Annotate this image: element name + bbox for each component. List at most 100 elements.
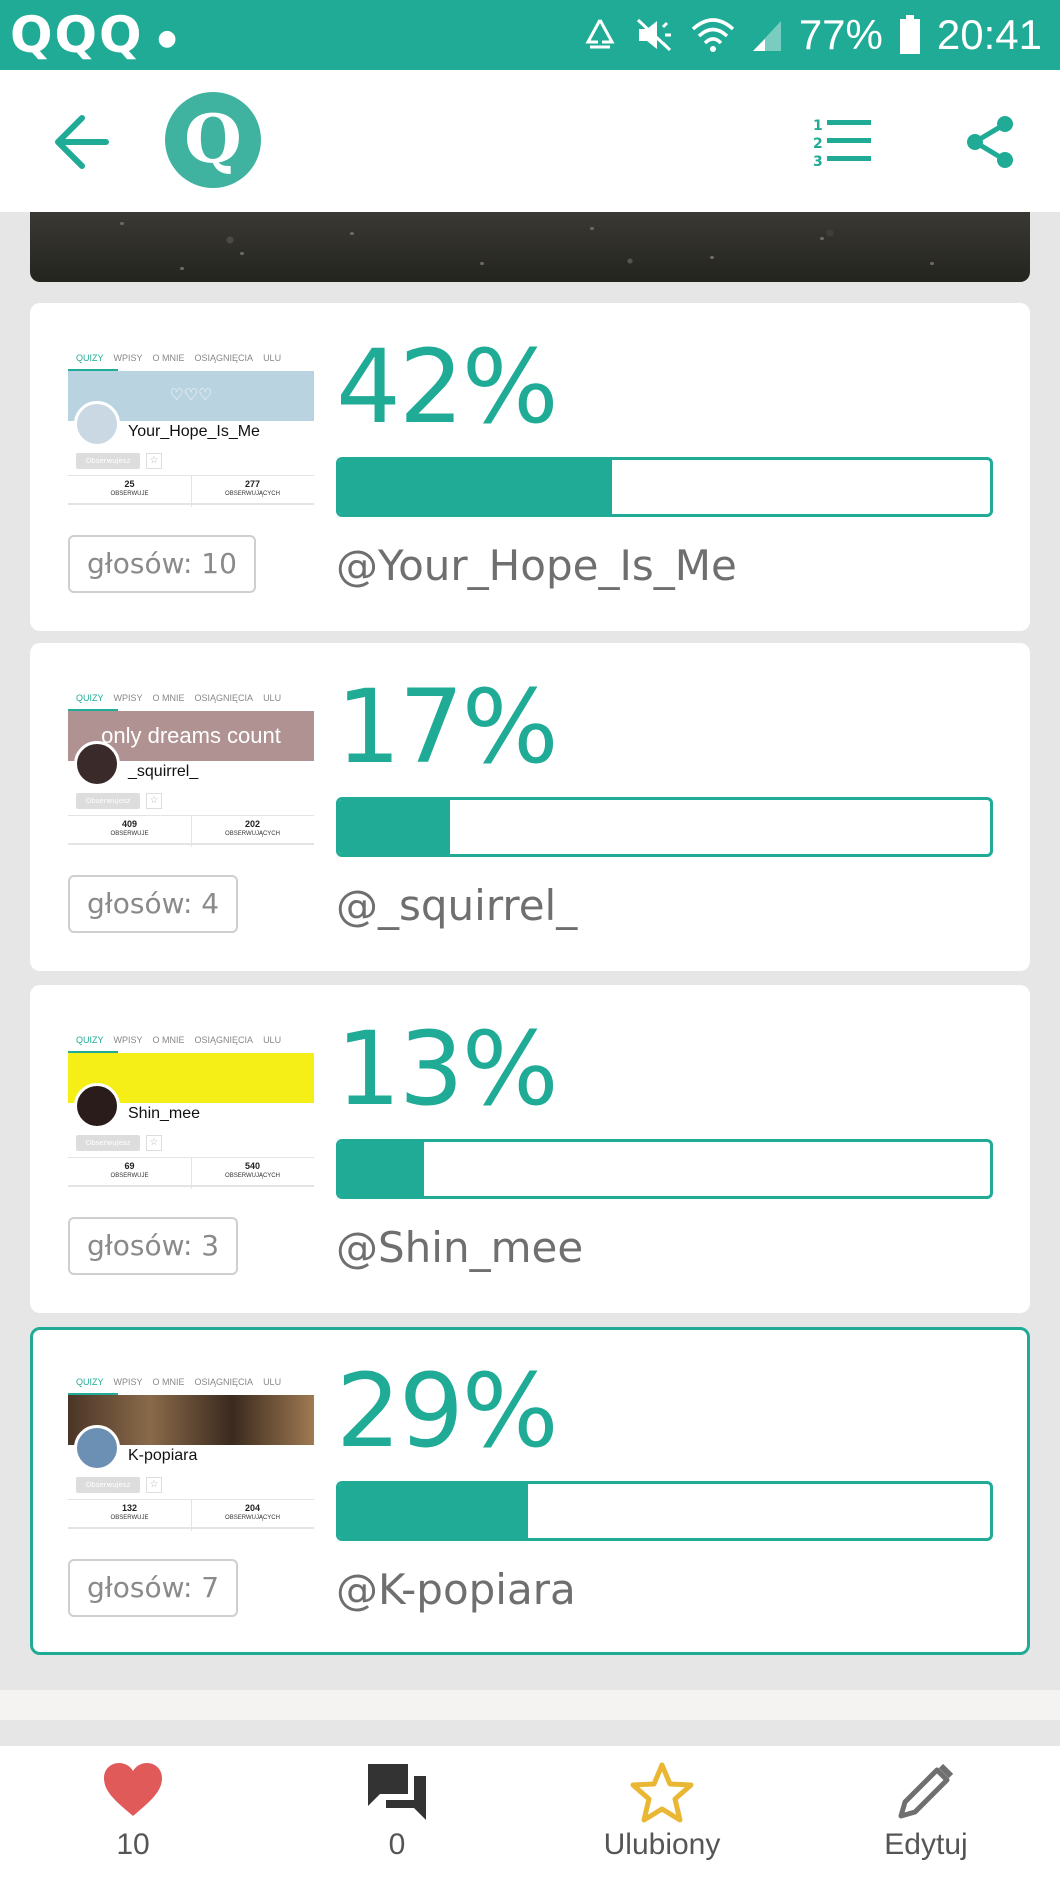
divider <box>68 843 314 845</box>
star-small-icon: ☆ <box>146 453 162 469</box>
progress-fill <box>339 460 613 514</box>
status-right: 77% 20:41 <box>581 10 1042 60</box>
result-username[interactable]: @Your_Hope_Is_Me <box>336 541 737 590</box>
vote-count: głosów: 3 <box>68 1217 239 1275</box>
svg-text:2: 2 <box>813 136 823 152</box>
notification-icons: QQQ <box>10 6 144 64</box>
following-label: OBSERWUJE <box>110 1173 149 1179</box>
divider <box>68 1527 314 1529</box>
profile-thumbnail: QUIZY WPISY O MNIE OSIĄGNIĘCIA ULU only drea… <box>68 687 314 847</box>
share-button[interactable] <box>965 114 1015 170</box>
result-progress-bar <box>336 797 993 857</box>
divider <box>68 503 314 505</box>
ranking-list-icon: 1 2 3 <box>813 118 871 170</box>
signal-icon <box>752 21 781 51</box>
favorite-label: Ulubiony <box>603 1828 721 1861</box>
app-header: Q 1 2 3 <box>0 70 1060 212</box>
like-count: 10 <box>116 1828 150 1861</box>
profile-thumbnail: QUIZY WPISY O MNIE OSIĄGNIĘCIA ULU K-popiara… <box>68 1371 314 1531</box>
result-card[interactable]: QUIZY WPISY O MNIE OSIĄGNIĘCIA ULU only drea… <box>30 643 1030 971</box>
result-percent: 42% <box>336 328 559 447</box>
result-progress-bar <box>336 457 993 517</box>
followers-count: 540 <box>244 1161 261 1171</box>
star-small-icon: ☆ <box>146 793 162 809</box>
profile-tabs: QUIZY WPISY O MNIE OSIĄGNIĘCIA ULU <box>76 1377 282 1387</box>
followers-count: 202 <box>244 819 261 829</box>
progress-fill <box>339 1142 424 1196</box>
profile-tabs: QUIZY WPISY O MNIE OSIĄGNIĘCIA ULU <box>76 1035 282 1045</box>
profile-thumbnail: QUIZY WPISY O MNIE OSIĄGNIĘCIA ULU Shin_mee … <box>68 1029 314 1189</box>
recycle-icon <box>585 19 615 49</box>
profile-tabs: QUIZY WPISY O MNIE OSIĄGNIĘCIA ULU <box>76 353 282 363</box>
avatar <box>74 741 120 787</box>
followers-count: 277 <box>244 479 261 489</box>
bottom-action-bar: 10 0 Ulubiony Edytuj <box>0 1746 1060 1884</box>
ranking-button[interactable]: 1 2 3 <box>813 116 873 170</box>
svg-text:1: 1 <box>813 118 823 134</box>
thumb-username: Your_Hope_Is_Me <box>128 423 260 440</box>
app-logo[interactable]: Q <box>165 92 261 188</box>
comment-count: 0 <box>388 1828 406 1861</box>
following-count: 25 <box>124 479 135 489</box>
avatar <box>74 1083 120 1129</box>
heart-icon <box>104 1763 162 1816</box>
status-left: QQQ ● <box>10 6 179 64</box>
vote-count: głosów: 7 <box>68 1559 239 1617</box>
result-progress-bar <box>336 1139 993 1199</box>
avatar <box>74 1425 120 1471</box>
thumb-username: Shin_mee <box>128 1105 201 1122</box>
profile-tabs: QUIZY WPISY O MNIE OSIĄGNIĘCIA ULU <box>76 693 282 703</box>
dot-icon: ● <box>157 26 179 51</box>
following-count: 69 <box>124 1161 135 1171</box>
share-icon <box>967 116 1013 168</box>
followers-count: 204 <box>244 1503 261 1513</box>
comments-button[interactable]: 0 <box>297 1746 497 1884</box>
like-button[interactable]: 10 <box>33 1746 233 1884</box>
status-bar: QQQ ● 77% 20:41 <box>0 0 1060 70</box>
follow-badge: Obserwujesz <box>76 453 140 469</box>
star-small-icon: ☆ <box>146 1135 162 1151</box>
result-card-selected[interactable]: QUIZY WPISY O MNIE OSIĄGNIĘCIA ULU K-popiara… <box>30 1327 1030 1655</box>
divider <box>68 1185 314 1187</box>
vote-count: głosów: 10 <box>68 535 256 593</box>
follow-badge: Obserwujesz <box>76 1477 140 1493</box>
progress-fill <box>339 1484 528 1538</box>
quiz-cover-image <box>30 212 1030 282</box>
profile-thumbnail: QUIZY WPISY O MNIE OSIĄGNIĘCIA ULU ♡♡♡ Your_… <box>68 347 314 507</box>
result-percent: 29% <box>336 1352 559 1471</box>
progress-fill <box>339 800 450 854</box>
followers-label: OBSERWUJĄCYCH <box>225 1173 280 1179</box>
star-small-icon: ☆ <box>146 1477 162 1493</box>
following-count: 132 <box>121 1503 138 1513</box>
result-card[interactable]: QUIZY WPISY O MNIE OSIĄGNIĘCIA ULU ♡♡♡ Your_… <box>30 303 1030 631</box>
wifi-icon <box>691 18 734 52</box>
battery-icon <box>899 15 920 54</box>
following-label: OBSERWUJE <box>110 831 149 837</box>
followers-label: OBSERWUJĄCYCH <box>225 831 280 837</box>
follow-badge: Obserwujesz <box>76 1135 140 1151</box>
result-progress-bar <box>336 1481 993 1541</box>
next-section-edge <box>0 1690 1060 1720</box>
result-percent: 17% <box>336 668 559 787</box>
following-label: OBSERWUJE <box>110 1515 149 1521</box>
edit-label: Edytuj <box>884 1828 968 1861</box>
followers-label: OBSERWUJĄCYCH <box>225 1515 280 1521</box>
svg-text:3: 3 <box>813 154 823 168</box>
following-count: 409 <box>121 819 138 829</box>
back-button[interactable] <box>52 114 112 170</box>
comments-icon <box>368 1764 426 1820</box>
result-card[interactable]: QUIZY WPISY O MNIE OSIĄGNIĘCIA ULU Shin_mee … <box>30 985 1030 1313</box>
result-username[interactable]: @Shin_mee <box>336 1223 583 1272</box>
star-icon <box>630 1762 694 1823</box>
following-label: OBSERWUJE <box>110 491 149 497</box>
follow-badge: Obserwujesz <box>76 793 140 809</box>
followers-label: OBSERWUJĄCYCH <box>225 491 280 497</box>
clock: 20:41 <box>936 11 1042 58</box>
mute-icon <box>636 18 671 52</box>
result-username[interactable]: @_squirrel_ <box>336 881 577 930</box>
favorite-button[interactable]: Ulubiony <box>562 1746 762 1884</box>
battery-percent: 77% <box>798 11 883 58</box>
result-username[interactable]: @K-popiara <box>336 1565 576 1614</box>
avatar <box>74 401 120 447</box>
edit-button[interactable]: Edytuj <box>826 1746 1026 1884</box>
